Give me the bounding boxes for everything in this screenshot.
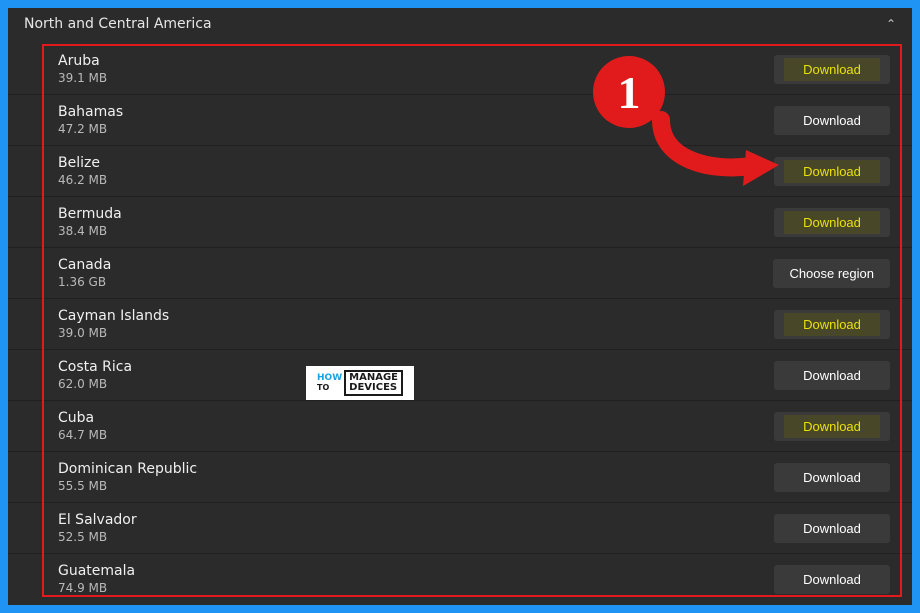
region-size: 38.4 MB <box>58 224 122 238</box>
region-size: 52.5 MB <box>58 530 137 544</box>
region-size: 1.36 GB <box>58 275 111 289</box>
section-title: North and Central America <box>24 16 212 32</box>
region-size: 39.0 MB <box>58 326 169 340</box>
region-row: Guatemala 74.9 MB Download <box>8 554 912 603</box>
region-name: El Salvador <box>58 512 137 528</box>
download-button[interactable]: Download <box>774 361 890 390</box>
download-button[interactable]: Download <box>774 514 890 543</box>
region-row: Aruba 39.1 MB Download <box>8 44 912 95</box>
region-row: Canada 1.36 GB Choose region <box>8 248 912 299</box>
download-button[interactable]: Download <box>774 208 890 237</box>
region-name: Dominican Republic <box>58 461 197 477</box>
download-button[interactable]: Download <box>774 310 890 339</box>
region-size: 74.9 MB <box>58 581 135 595</box>
section-header[interactable]: North and Central America ⌃ <box>8 8 912 40</box>
region-size: 47.2 MB <box>58 122 123 136</box>
region-size: 55.5 MB <box>58 479 197 493</box>
download-button[interactable]: Download <box>774 463 890 492</box>
chevron-up-icon: ⌃ <box>886 17 896 31</box>
region-name: Guatemala <box>58 563 135 579</box>
choose-region-button[interactable]: Choose region <box>773 259 890 288</box>
region-size: 64.7 MB <box>58 428 107 442</box>
download-button[interactable]: Download <box>774 157 890 186</box>
download-button[interactable]: Download <box>774 565 890 594</box>
region-size: 62.0 MB <box>58 377 132 391</box>
region-row: Cuba 64.7 MB Download <box>8 401 912 452</box>
region-size: 39.1 MB <box>58 71 107 85</box>
region-row: Cayman Islands 39.0 MB Download <box>8 299 912 350</box>
region-name: Costa Rica <box>58 359 132 375</box>
download-button[interactable]: Download <box>774 106 890 135</box>
region-row: Bahamas 47.2 MB Download <box>8 95 912 146</box>
region-row: Costa Rica 62.0 MB Download <box>8 350 912 401</box>
region-row: El Salvador 52.5 MB Download <box>8 503 912 554</box>
region-name: Aruba <box>58 53 107 69</box>
region-name: Cuba <box>58 410 107 426</box>
region-name: Bahamas <box>58 104 123 120</box>
region-row: Bermuda 38.4 MB Download <box>8 197 912 248</box>
download-button[interactable]: Download <box>774 55 890 84</box>
region-list: Aruba 39.1 MB Download Bahamas 47.2 MB D… <box>8 40 912 603</box>
region-row: Dominican Republic 55.5 MB Download <box>8 452 912 503</box>
region-name: Belize <box>58 155 107 171</box>
download-button[interactable]: Download <box>774 412 890 441</box>
region-name: Cayman Islands <box>58 308 169 324</box>
region-name: Canada <box>58 257 111 273</box>
region-row: Belize 46.2 MB Download <box>8 146 912 197</box>
maps-download-panel: North and Central America ⌃ Aruba 39.1 M… <box>8 8 912 605</box>
region-size: 46.2 MB <box>58 173 107 187</box>
region-name: Bermuda <box>58 206 122 222</box>
